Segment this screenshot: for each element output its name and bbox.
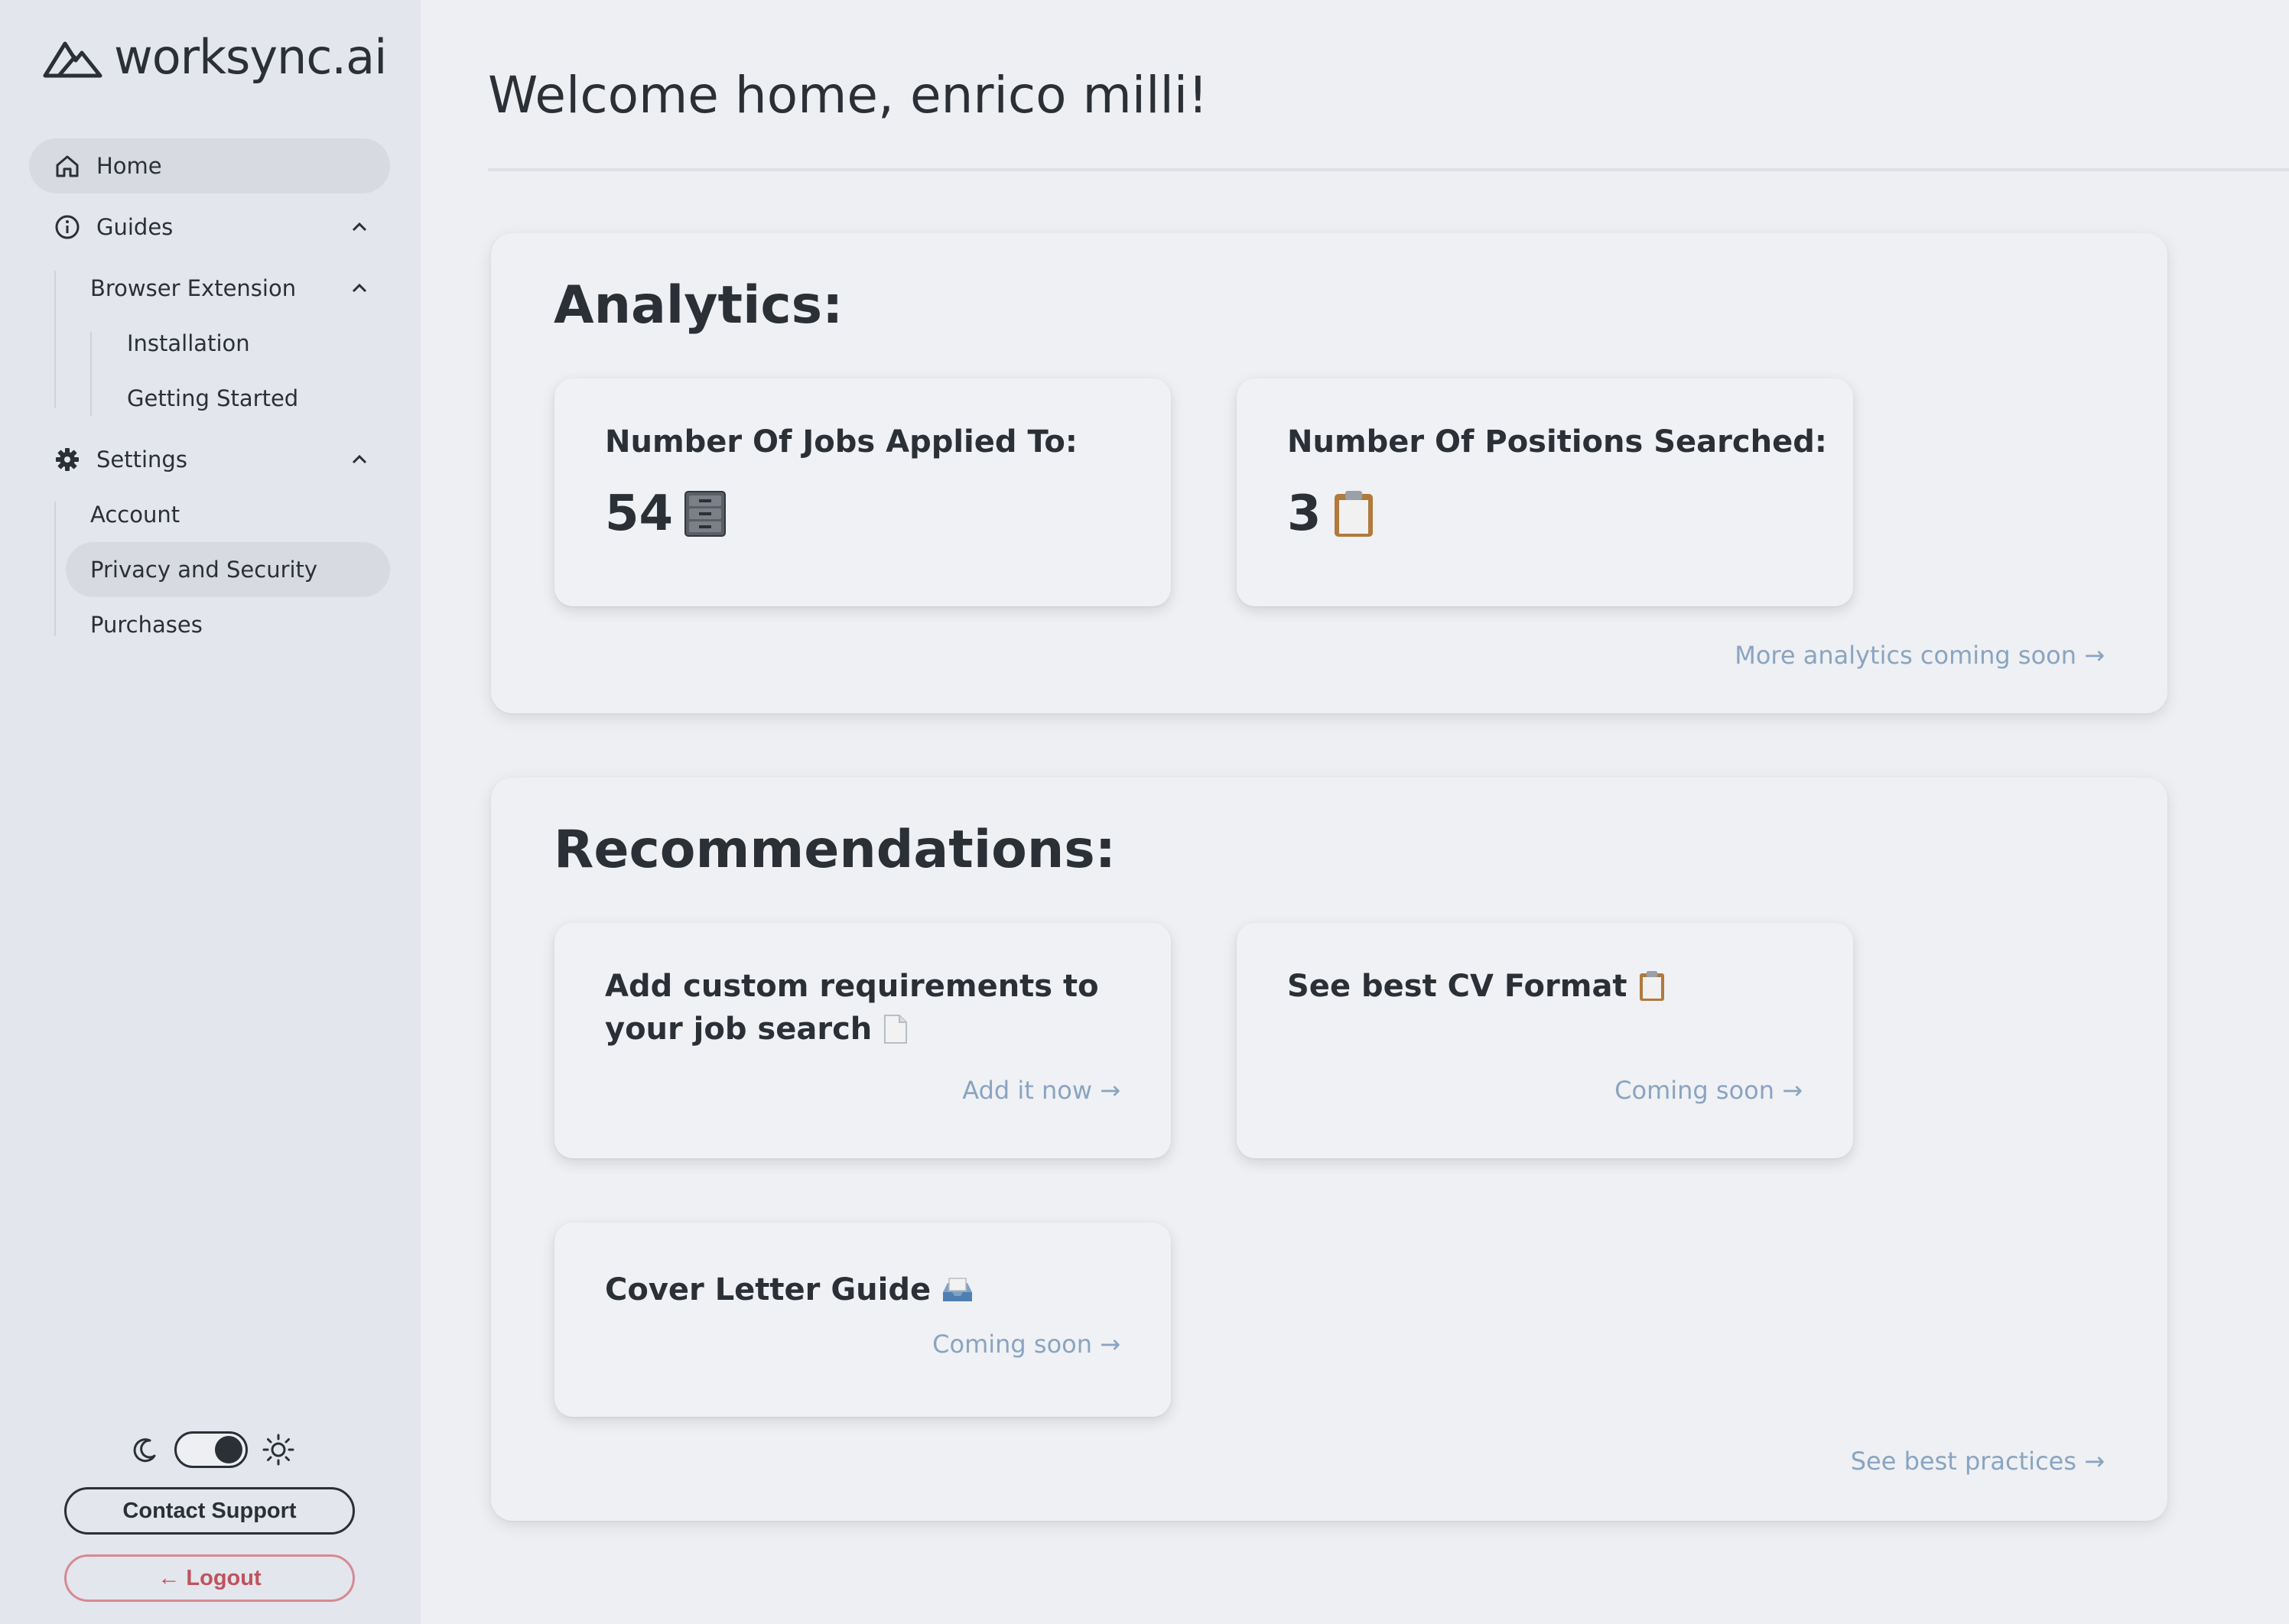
clipboard-icon xyxy=(1334,491,1373,537)
sidebar-item-label: Settings xyxy=(96,447,187,473)
jobs-applied-card: Number Of Jobs Applied To: 54 xyxy=(554,378,1171,606)
cv-coming-soon-link[interactable]: Coming soon → xyxy=(1614,1076,1803,1105)
recommendations-heading: Recommendations: xyxy=(554,820,1116,880)
sidebar-item-label: Account xyxy=(90,502,180,528)
sidebar-item-label: Home xyxy=(96,153,162,179)
see-best-practices-link[interactable]: See best practices → xyxy=(1851,1447,2105,1476)
mountain-logo-icon xyxy=(43,41,102,77)
tree-line xyxy=(54,271,56,408)
toggle-knob xyxy=(215,1436,242,1463)
cv-format-card: See best CV Format Coming soon → xyxy=(1237,923,1853,1158)
custom-requirements-title-line2: your job search xyxy=(605,1012,873,1047)
analytics-panel: Analytics: Number Of Jobs Applied To: 54… xyxy=(491,233,2167,713)
gear-icon xyxy=(56,448,79,471)
cover-letter-card: Cover Letter Guide Coming soon → xyxy=(554,1223,1171,1417)
info-icon xyxy=(55,215,80,239)
sidebar-item-label: Privacy and Security xyxy=(90,557,318,583)
moon-icon xyxy=(133,1438,156,1463)
contact-support-button[interactable]: Contact Support xyxy=(64,1487,355,1535)
sidebar-item-account[interactable]: Account xyxy=(66,487,390,542)
positions-searched-label: Number Of Positions Searched: xyxy=(1287,424,1827,460)
positions-searched-value-row: 3 xyxy=(1287,486,1375,542)
page-title: Welcome home, enrico milli! xyxy=(488,66,1208,125)
sidebar-item-purchases[interactable]: Purchases xyxy=(66,597,390,652)
positions-searched-card: Number Of Positions Searched: 3 xyxy=(1237,378,1853,606)
brand-name: worksync.ai xyxy=(114,29,387,85)
add-it-now-link[interactable]: Add it now → xyxy=(962,1076,1120,1105)
recommendations-panel: Recommendations: Add custom requirements… xyxy=(491,778,2167,1521)
sidebar-item-settings[interactable]: Settings xyxy=(29,432,390,487)
sidebar-item-browser-extension[interactable]: Browser Extension xyxy=(66,261,390,316)
cover-letter-title: Cover Letter Guide xyxy=(605,1272,932,1307)
sidebar-item-label: Guides xyxy=(96,214,174,240)
more-analytics-link[interactable]: More analytics coming soon → xyxy=(1735,641,2105,670)
cover-letter-title-row: Cover Letter Guide xyxy=(605,1268,974,1311)
cover-letter-coming-soon-link[interactable]: Coming soon → xyxy=(932,1330,1120,1359)
inbox-tray-icon xyxy=(943,1278,973,1301)
sidebar-item-guides[interactable]: Guides xyxy=(29,200,390,255)
tree-line xyxy=(90,332,92,416)
cv-format-title: See best CV Format xyxy=(1287,969,1627,1004)
sun-icon xyxy=(262,1434,294,1466)
theme-toggle[interactable] xyxy=(174,1431,248,1468)
tree-line xyxy=(54,502,56,636)
sidebar-item-installation[interactable]: Installation xyxy=(102,316,390,371)
custom-requirements-title-line1: Add custom requirements to xyxy=(605,969,1099,1004)
sidebar-item-label: Browser Extension xyxy=(90,275,297,301)
cv-format-title-row: See best CV Format xyxy=(1287,965,1666,1008)
file-cabinet-icon xyxy=(684,491,727,537)
chevron-up-icon[interactable] xyxy=(349,278,370,299)
jobs-applied-label: Number Of Jobs Applied To: xyxy=(605,424,1078,460)
sidebar: worksync.ai Home Guides Browser Extensio… xyxy=(0,0,421,1624)
brand-logo[interactable]: worksync.ai xyxy=(42,29,387,85)
sidebar-item-label: Purchases xyxy=(90,612,203,638)
document-icon xyxy=(884,1015,908,1044)
analytics-heading: Analytics: xyxy=(554,275,844,336)
chevron-up-icon[interactable] xyxy=(349,449,370,470)
home-icon xyxy=(56,155,79,177)
logout-button[interactable]: ← Logout xyxy=(64,1554,355,1602)
jobs-applied-value-row: 54 xyxy=(605,486,727,542)
custom-requirements-title: Add custom requirements to your job sear… xyxy=(605,965,1099,1051)
chevron-up-icon[interactable] xyxy=(349,216,370,238)
sidebar-item-home[interactable]: Home xyxy=(29,138,390,193)
sidebar-item-label: Getting Started xyxy=(127,385,299,411)
title-divider xyxy=(488,168,2289,171)
theme-switcher xyxy=(130,1431,295,1468)
clipboard-icon xyxy=(1639,971,1664,1001)
positions-searched-value: 3 xyxy=(1287,486,1322,542)
custom-requirements-card: Add custom requirements to your job sear… xyxy=(554,923,1171,1158)
jobs-applied-value: 54 xyxy=(605,486,674,542)
sidebar-item-getting-started[interactable]: Getting Started xyxy=(102,371,390,426)
sidebar-item-privacy-security[interactable]: Privacy and Security xyxy=(66,542,390,597)
custom-requirements-title-line2-row: your job search xyxy=(605,1008,1099,1051)
sidebar-item-label: Installation xyxy=(127,330,250,356)
